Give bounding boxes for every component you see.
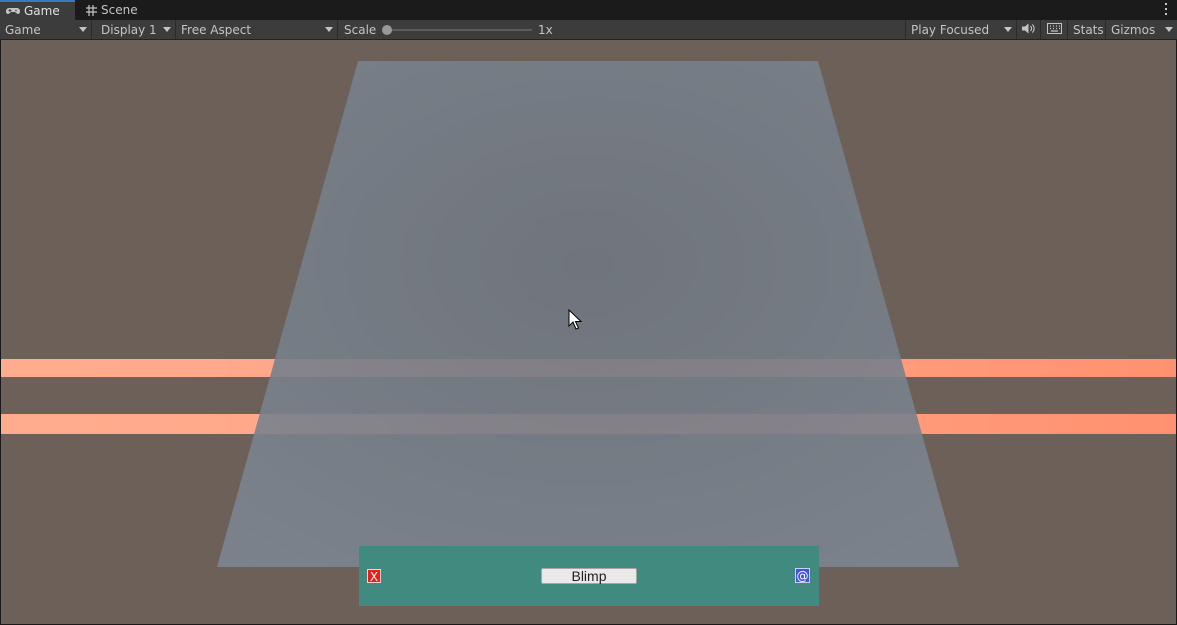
chevron-down-icon [79,27,87,32]
at-button[interactable]: @ [795,568,810,583]
aspect-dropdown[interactable]: Free Aspect [176,20,338,39]
view-mode-dropdown[interactable]: Game [0,20,92,39]
stats-button[interactable]: Stats [1068,20,1106,39]
chevron-down-icon [325,27,333,32]
mouse-cursor-icon [568,309,582,330]
game-toolbar: Game Display 1 Free Aspect Scale 1x Play… [0,20,1177,40]
scale-label: Scale [344,22,377,37]
play-mode-label: Play Focused [911,22,990,37]
ground-plane [217,61,959,567]
close-button[interactable]: X [367,569,381,584]
window-tab-bar: Game Scene [0,0,1177,20]
tab-game[interactable]: Game [0,0,75,20]
game-viewport[interactable]: X Blimp @ [1,40,1176,624]
scale-value: 1x [538,22,553,37]
view-mode-label: Game [5,22,41,37]
grid-icon [86,4,97,16]
stats-label: Stats [1073,22,1104,37]
scale-slider-thumb[interactable] [382,25,392,35]
chevron-down-icon [1165,27,1173,32]
scale-slider-track[interactable] [388,29,532,31]
scene-render [1,61,1176,567]
display-dropdown[interactable]: Display 1 [96,20,176,39]
chevron-down-icon [163,27,171,32]
keyboard-icon [1046,22,1062,37]
blimp-button[interactable]: Blimp [541,568,637,584]
speaker-icon [1022,23,1035,37]
more-options-icon[interactable] [1163,2,1169,16]
shortcuts-button[interactable] [1041,20,1068,39]
display-label: Display 1 [101,22,157,37]
aspect-label: Free Aspect [181,22,252,37]
gizmos-dropdown[interactable]: Gizmos [1106,20,1177,39]
tab-scene-label: Scene [101,3,138,17]
gamepad-icon [6,6,20,16]
gizmos-label: Gizmos [1111,22,1156,37]
chevron-down-icon [1004,27,1012,32]
hud-panel: X Blimp @ [359,546,819,606]
tab-scene[interactable]: Scene [80,0,150,20]
play-mode-dropdown[interactable]: Play Focused [905,20,1017,39]
tab-game-label: Game [24,4,60,18]
mute-audio-button[interactable] [1017,20,1041,39]
